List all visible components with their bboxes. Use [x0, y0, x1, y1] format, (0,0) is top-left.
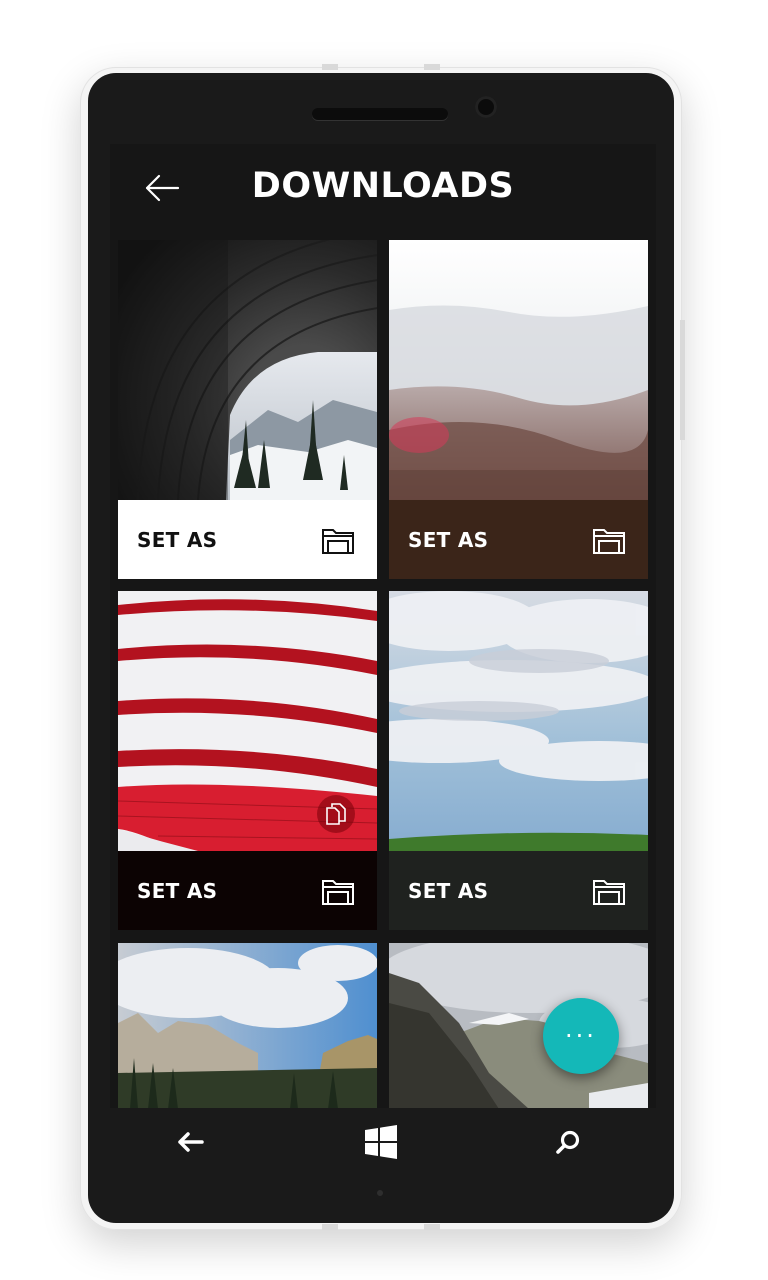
back-arrow-icon — [178, 1132, 204, 1152]
set-as-button[interactable]: SET AS — [137, 528, 217, 552]
wallpaper-image[interactable] — [118, 943, 377, 1108]
system-nav-bar — [88, 1110, 674, 1170]
nav-back-button[interactable] — [170, 1122, 210, 1162]
nav-search-button[interactable] — [548, 1122, 588, 1162]
wallpaper-image[interactable] — [389, 240, 648, 500]
nav-home-button[interactable] — [361, 1122, 401, 1162]
side-button — [680, 320, 685, 440]
bottom-sensor — [377, 1190, 383, 1196]
wallpaper-image[interactable] — [118, 240, 377, 500]
card-action-bar: SET AS — [389, 851, 648, 930]
wallpaper-image[interactable] — [118, 591, 377, 851]
top-button-right — [424, 64, 440, 70]
app-screen: DOWNLOADS SET AS SET AS SET AS SET AS — [110, 144, 656, 1108]
copy-files-icon[interactable] — [317, 795, 355, 833]
earpiece-speaker — [312, 108, 448, 120]
front-camera — [475, 96, 497, 118]
windows-logo-icon — [365, 1125, 397, 1159]
more-options-fab[interactable]: ··· — [543, 998, 619, 1074]
card-action-bar: SET AS — [118, 851, 377, 930]
folder-icon[interactable] — [321, 876, 355, 906]
folder-icon[interactable] — [592, 525, 626, 555]
bottom-button-left — [322, 1224, 338, 1230]
search-icon — [556, 1130, 580, 1154]
top-button-left — [322, 64, 338, 70]
page-title: DOWNLOADS — [251, 166, 515, 206]
bottom-button-right — [424, 1224, 440, 1230]
wallpaper-card[interactable]: SET AS — [389, 591, 648, 930]
set-as-button[interactable]: SET AS — [408, 528, 488, 552]
wallpaper-image[interactable] — [389, 591, 648, 851]
wallpaper-card[interactable]: SET AS — [118, 240, 377, 579]
set-as-button[interactable]: SET AS — [408, 879, 488, 903]
wallpaper-card[interactable]: SET AS — [118, 591, 377, 930]
set-as-button[interactable]: SET AS — [137, 879, 217, 903]
folder-icon[interactable] — [321, 525, 355, 555]
app-header: DOWNLOADS — [110, 144, 656, 236]
wallpaper-card[interactable]: SET AS — [389, 240, 648, 579]
folder-icon[interactable] — [592, 876, 626, 906]
card-action-bar: SET AS — [118, 500, 377, 579]
card-action-bar: SET AS — [389, 500, 648, 579]
wallpaper-card[interactable] — [118, 943, 377, 1108]
